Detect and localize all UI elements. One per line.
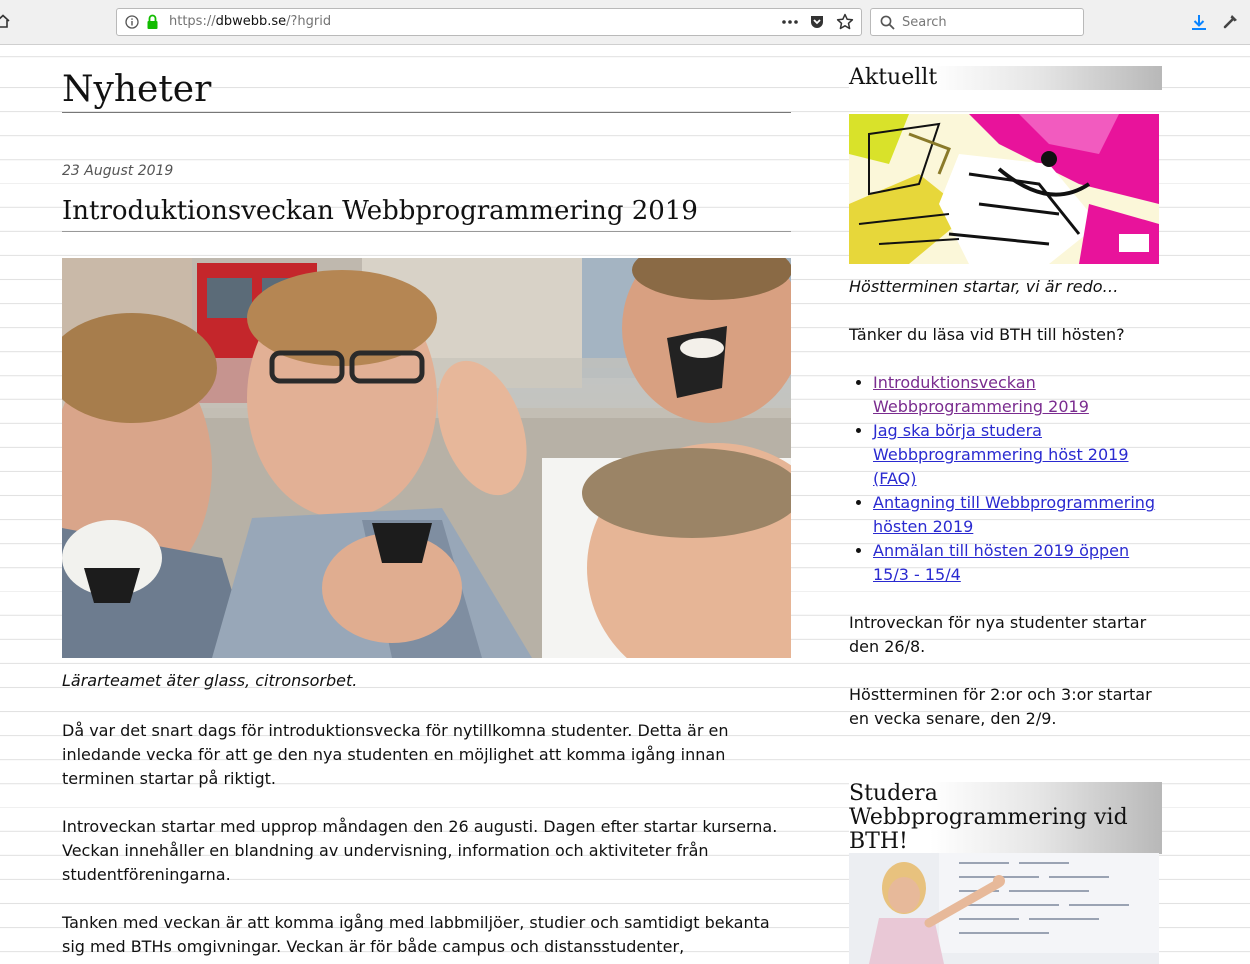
info-icon[interactable]: [125, 15, 139, 29]
sidebar-link-item: Introduktionsveckan Webbprogrammering 20…: [873, 371, 1162, 419]
link-anmalan[interactable]: Anmälan till hösten 2019 öppen 15/3 - 15…: [873, 541, 1129, 584]
post-date: 23 August 2019: [62, 163, 174, 179]
link-antagning[interactable]: Antagning till Webbprogrammering hösten …: [873, 493, 1155, 536]
post-title[interactable]: Introduktionsveckan Webbprogrammering 20…: [62, 193, 791, 229]
sidebar-study-image[interactable]: [849, 853, 1159, 964]
title-divider: [62, 112, 791, 113]
address-bar[interactable]: https://dbwebb.se/?hgrid: [116, 8, 862, 36]
sidebar-link-item: Jag ska börja studera Webbprogrammering …: [873, 419, 1162, 491]
download-icon[interactable]: [1190, 13, 1208, 31]
web-page: Nyheter 23 August 2019 Introduktionsveck…: [0, 45, 1250, 964]
sidebar-image-caption: Höstterminen startar, vi är redo…: [849, 277, 1119, 296]
url-host: dbwebb.se: [215, 14, 287, 29]
search-box[interactable]: Search: [870, 8, 1084, 36]
sidebar-link-item: Antagning till Webbprogrammering hösten …: [873, 491, 1162, 539]
page-title: Nyheter: [62, 69, 212, 110]
link-faq[interactable]: Jag ska börja studera Webbprogrammering …: [873, 421, 1129, 488]
home-icon[interactable]: [0, 14, 10, 28]
sidebar-intro-text: Introveckan för nya studenter startar de…: [849, 613, 1147, 656]
post-paragraph-2: Introveckan startar med upprop måndagen …: [62, 817, 778, 884]
photo-caption: Lärarteamet äter glass, citronsorbet.: [62, 671, 358, 690]
search-placeholder: Search: [902, 15, 947, 30]
link-introduktionsveckan[interactable]: Introduktionsveckan Webbprogrammering 20…: [873, 373, 1089, 416]
url-text[interactable]: https://dbwebb.se/?hgrid: [169, 14, 331, 29]
lock-icon[interactable]: [146, 14, 159, 30]
post-paragraph-1: Då var det snart dags för introduktionsv…: [62, 721, 729, 788]
browser-toolbar: https://dbwebb.se/?hgrid Search: [0, 0, 1250, 45]
post-title-divider: [62, 231, 791, 232]
sidebar-question: Tänker du läsa vid BTH till hösten?: [849, 325, 1125, 344]
teachers-eating-ice-cream-image: [62, 258, 791, 658]
bookmark-star-icon[interactable]: [836, 13, 854, 31]
post-paragraph-3: Tanken med veckan är att komma igång med…: [62, 913, 770, 956]
post-photo: [62, 258, 791, 658]
page-actions-menu-icon[interactable]: [781, 15, 799, 29]
tools-icon[interactable]: [1222, 12, 1240, 30]
aktuellt-heading: Aktuellt: [849, 66, 1162, 90]
sidebar-term-text: Höstterminen för 2:or och 3:or startar e…: [849, 685, 1152, 728]
pocket-icon[interactable]: [809, 14, 825, 30]
search-icon: [880, 15, 895, 30]
sidebar-news-links: Introduktionsveckan Webbprogrammering 20…: [849, 371, 1162, 587]
lecturer-at-screen-image: [849, 853, 1159, 964]
url-prefix: https://: [169, 14, 216, 29]
sidebar-link-item: Anmälan till hösten 2019 öppen 15/3 - 15…: [873, 539, 1162, 587]
sidebar-news-image[interactable]: [849, 114, 1159, 264]
posterized-photo-image: [849, 114, 1159, 264]
study-heading: Studera Webbprogrammering vid BTH!: [849, 782, 1162, 854]
url-path: /?hgrid: [286, 14, 332, 29]
